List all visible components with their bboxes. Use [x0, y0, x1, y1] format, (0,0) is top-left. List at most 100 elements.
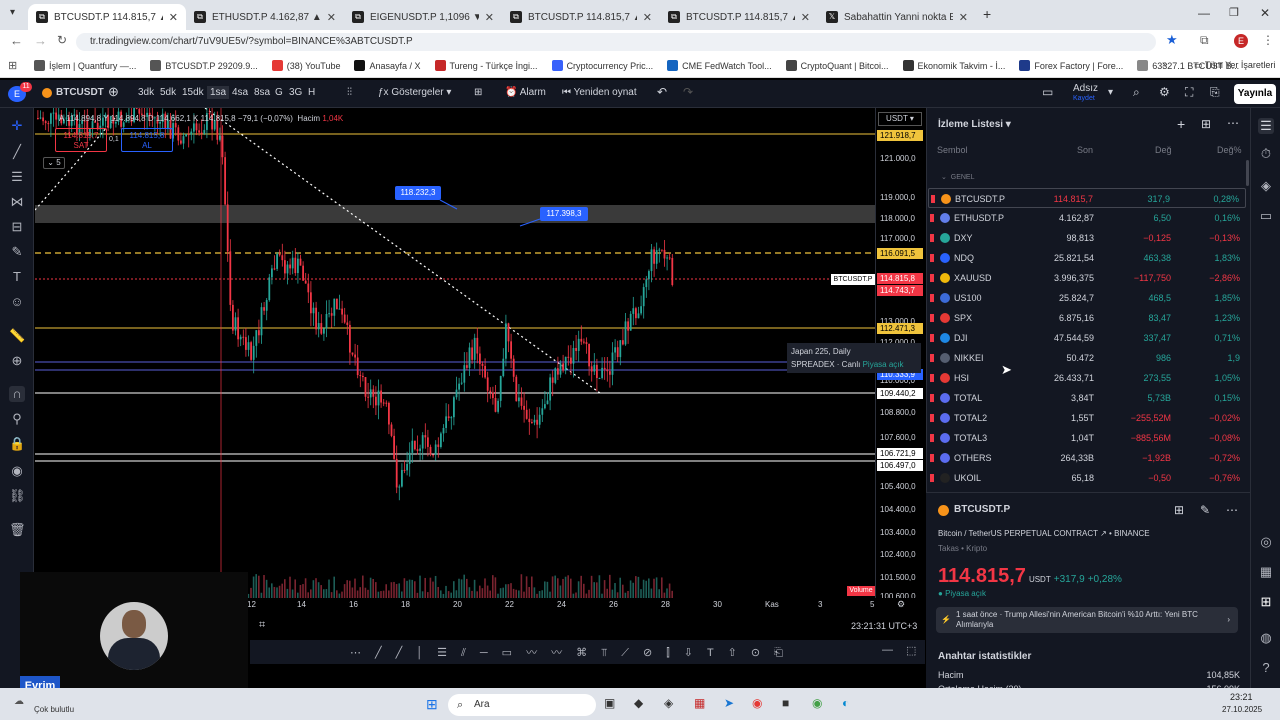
- watchlist-row[interactable]: BTCUSDT.P 114.815,7 317,9 0,28%: [928, 188, 1246, 208]
- lock-drawings-icon[interactable]: ⚲: [9, 411, 25, 427]
- maximize-icon[interactable]: ❐: [1229, 6, 1239, 19]
- watchlist-row[interactable]: DXY 98,813 −0,125 −0,13%: [928, 228, 1246, 248]
- watchlist-row[interactable]: TOTAL 3,84T 5,73B 0,15%: [928, 388, 1246, 408]
- watchlist-row[interactable]: TOTAL3 1,04T −885,56M −0,08%: [928, 428, 1246, 448]
- help-icon[interactable]: ?: [1258, 660, 1274, 676]
- timeframe-5dk[interactable]: 5dk: [160, 87, 176, 98]
- bookmark-item[interactable]: (38) YouTube: [271, 60, 340, 71]
- collapse-indicators-toggle[interactable]: ⌄ 5: [43, 157, 65, 169]
- details-grid-icon[interactable]: ⊞: [1174, 503, 1184, 517]
- price-label-a[interactable]: 118.232,3: [395, 186, 441, 200]
- timeframe-h[interactable]: H: [308, 87, 315, 98]
- timeframe-g[interactable]: G: [275, 87, 283, 98]
- extensions-icon[interactable]: ⧉: [1200, 33, 1209, 48]
- chrome-icon[interactable]: ◉: [812, 696, 822, 710]
- undo-icon[interactable]: ↶: [657, 85, 667, 99]
- symbol-search[interactable]: BTCUSDT: [56, 87, 104, 98]
- buy-button[interactable]: 114.815,8 AL: [121, 128, 173, 152]
- fib-tool-icon[interactable]: ☰: [9, 169, 25, 185]
- notifications-icon[interactable]: ◍: [1258, 630, 1274, 646]
- link-icon[interactable]: ⛓: [9, 488, 26, 504]
- layout-name[interactable]: Adsız: [1073, 83, 1098, 94]
- currency-selector[interactable]: USDT ▾: [878, 112, 922, 126]
- close-tab-icon[interactable]: ✕: [801, 11, 810, 24]
- close-tab-icon[interactable]: ✕: [485, 11, 494, 24]
- back-icon[interactable]: ←: [10, 33, 23, 48]
- col-last[interactable]: Son: [1077, 145, 1093, 155]
- new-tab-icon[interactable]: +: [983, 6, 991, 22]
- layout-save-status[interactable]: Kaydet: [1073, 95, 1095, 102]
- browser-tab[interactable]: ⧉ ETHUSDT.P 4.162,87 ▲ +0.16% ✕: [186, 4, 344, 30]
- trash-icon[interactable]: 🗑: [9, 522, 26, 538]
- trend-line-dotted[interactable]: [204, 108, 601, 394]
- sell-button[interactable]: 114.815,7 SAT: [55, 128, 107, 152]
- watchlist-scrollbar[interactable]: [1246, 160, 1249, 186]
- publish-button[interactable]: Yayınla: [1234, 84, 1276, 104]
- magnet-icon[interactable]: ∩: [9, 386, 25, 402]
- watchlist-row[interactable]: UKOIL 65,18 −0,50 −0,76%: [928, 468, 1246, 488]
- alerts-clock-icon[interactable]: ⏱: [1258, 146, 1274, 162]
- watchlist-row[interactable]: HSI 26.433,71 273,55 1,05%: [928, 368, 1246, 388]
- crosshair-icon[interactable]: ✛: [9, 118, 25, 134]
- price-tag[interactable]: 116.091,5: [877, 248, 923, 259]
- price-tag[interactable]: 112.471,3: [877, 323, 923, 334]
- taskbar-app-icon[interactable]: ▦: [694, 696, 705, 710]
- replay-button[interactable]: ⏮ Yeniden oynat: [562, 87, 637, 98]
- minimize-icon[interactable]: —: [1198, 6, 1210, 20]
- price-tag[interactable]: 106.721,9: [877, 448, 923, 459]
- price-chart[interactable]: A 114.894,8 Y 114.894,8 D 114.662,1 K 11…: [35, 108, 921, 598]
- task-view-icon[interactable]: ▣: [604, 696, 615, 710]
- brush-icon[interactable]: ✎: [9, 244, 25, 260]
- camera-icon[interactable]: ⎘: [1210, 85, 1220, 100]
- candlestick-chart[interactable]: [35, 108, 875, 598]
- data-layers-icon[interactable]: ◈: [1258, 178, 1274, 194]
- chat-icon[interactable]: ▭: [1258, 208, 1274, 224]
- bookmark-item[interactable]: CryptoQuant | Bitcoi...: [785, 60, 889, 71]
- taskbar-app-icon[interactable]: ◐: [842, 696, 849, 710]
- minimize-panel-icon[interactable]: —: [882, 644, 893, 656]
- timeframe-8sa[interactable]: 8sa: [254, 87, 270, 98]
- close-window-icon[interactable]: ✕: [1260, 6, 1270, 20]
- apps-grid-icon[interactable]: ⊞: [8, 59, 17, 72]
- price-tag[interactable]: 106.497,0: [877, 460, 923, 471]
- templates-icon[interactable]: ⊞: [474, 87, 482, 98]
- bookmark-star-icon[interactable]: ★: [1166, 32, 1178, 48]
- watchlist-group[interactable]: ⌄ GENEL: [941, 173, 975, 181]
- lock-icon[interactable]: 🔒: [9, 436, 25, 452]
- add-symbol-icon[interactable]: ⊕: [108, 84, 119, 100]
- all-bookmarks-link[interactable]: ▭ Tüm Yer İşaretleri: [1194, 60, 1275, 71]
- emoji-icon[interactable]: ☺: [9, 294, 25, 310]
- chrome-icon[interactable]: ◉: [752, 696, 762, 710]
- taskbar-clock[interactable]: 23:21: [1230, 692, 1253, 702]
- taskbar-app-icon[interactable]: ◈: [664, 696, 673, 710]
- layout-menu-icon[interactable]: ▾: [1108, 87, 1113, 98]
- telegram-icon[interactable]: ➤: [724, 696, 734, 710]
- taskbar-app-icon[interactable]: ◆: [634, 696, 643, 710]
- watchlist-layout-icon[interactable]: ⊞: [1201, 117, 1211, 131]
- details-symbol[interactable]: BTCUSDT.P: [954, 504, 1010, 515]
- text-tool-icon[interactable]: T: [9, 269, 25, 285]
- trend-line-icon[interactable]: ╱: [9, 144, 25, 160]
- details-more-icon[interactable]: ⋯: [1226, 503, 1238, 517]
- close-tab-icon[interactable]: ✕: [327, 11, 336, 24]
- favorite-tools-icons[interactable]: ⋯╱╱│☰⫽─▭〰〰⌘⫪⟋⊘⫿⇩T⇧⊙⎗: [350, 644, 797, 660]
- close-tab-icon[interactable]: ✕: [959, 11, 968, 24]
- weather-text[interactable]: Çok bulutlu: [34, 705, 74, 714]
- watchlist-row[interactable]: OTHERS 264,33B −1,92B −0,72%: [928, 448, 1246, 468]
- timeframe-4sa[interactable]: 4sa: [232, 87, 248, 98]
- windows-start-icon[interactable]: ⊞: [426, 696, 438, 713]
- col-change[interactable]: Değ: [1155, 145, 1172, 155]
- price-tag[interactable]: 114.815,8: [877, 273, 923, 284]
- price-label-b[interactable]: 117.398,3: [540, 207, 588, 221]
- watchlist-row[interactable]: US100 25.824,7 468,5 1,85%: [928, 288, 1246, 308]
- layout-icon[interactable]: ▭: [1042, 85, 1053, 99]
- taskbar-search[interactable]: ⌕ Ara: [448, 694, 596, 716]
- zoom-icon[interactable]: ⊕: [9, 353, 25, 369]
- watchlist-row[interactable]: SPX 6.875,16 83,47 1,23%: [928, 308, 1246, 328]
- watchlist-row[interactable]: DJI 47.544,59 337,47 0,71%: [928, 328, 1246, 348]
- bookmark-item[interactable]: Cryptocurrency Pric...: [551, 60, 653, 71]
- bookmark-item[interactable]: BTCUSDT.P 29209.9...: [150, 60, 258, 71]
- col-change-pct[interactable]: Değ%: [1217, 145, 1242, 155]
- watchlist-title[interactable]: İzleme Listesi ▾: [938, 119, 1011, 130]
- visibility-eye-icon[interactable]: ◉: [9, 463, 25, 479]
